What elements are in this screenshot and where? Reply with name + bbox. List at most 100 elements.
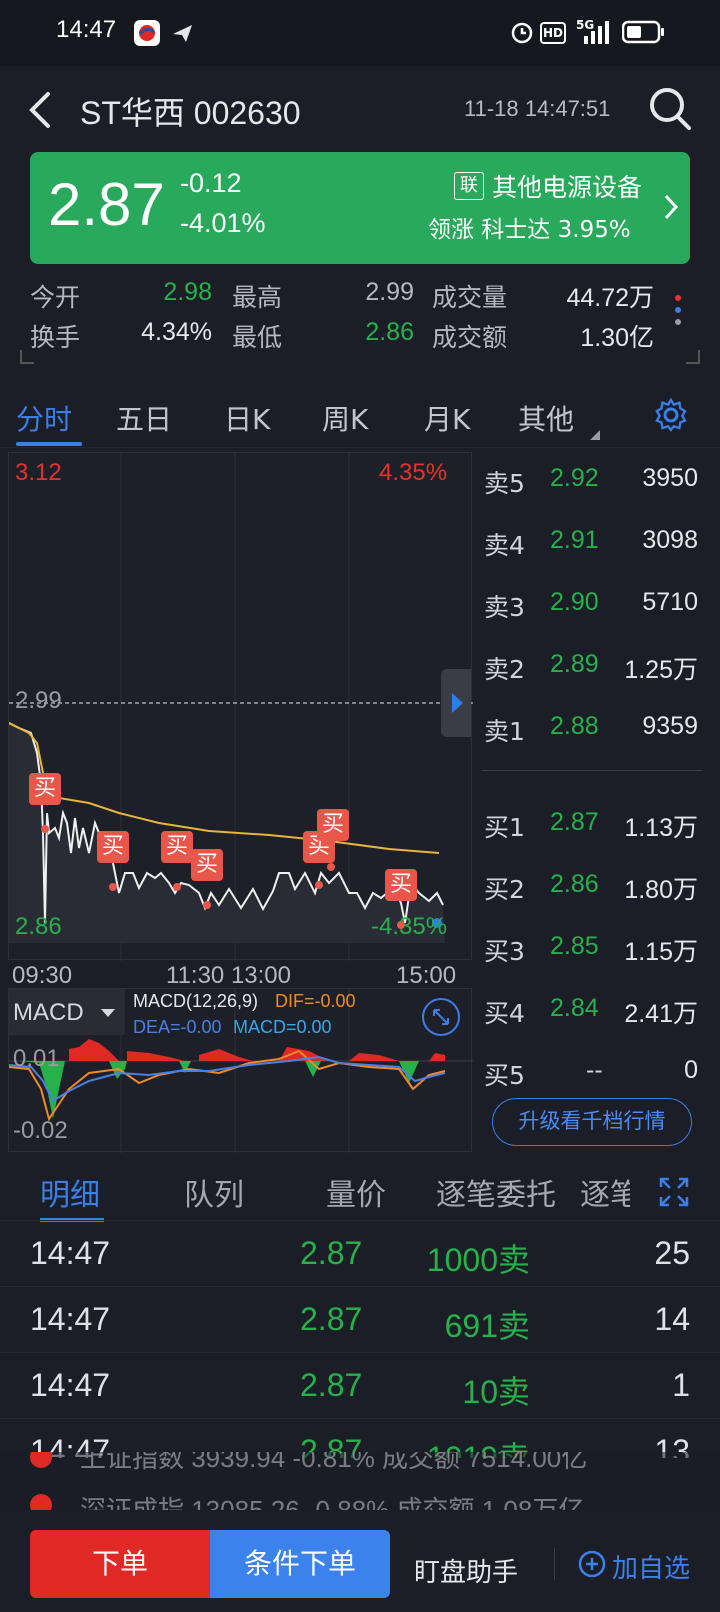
bid-row: 买3 2.85 1.15万 (478, 932, 720, 972)
ask-label: 卖5 (484, 469, 525, 498)
trade-count: 25 (654, 1235, 690, 1271)
bid-volume: 0 (684, 1056, 698, 1084)
trade-time: 14:47 (30, 1301, 111, 1337)
conditional-order-button[interactable]: 条件下单 (210, 1530, 390, 1598)
tab-detail[interactable]: 明细 (40, 1170, 100, 1214)
tab-weekly-k[interactable]: 周K (322, 398, 368, 438)
ask-label: 卖4 (484, 531, 525, 560)
macd-selector[interactable]: MACD (9, 989, 125, 1035)
ask-row: 卖5 2.92 3950 (478, 464, 720, 504)
buy-marker: 买 (317, 809, 349, 841)
ask-row: 卖2 2.89 1.25万 (478, 650, 720, 690)
macd-y-top: 0.01 (13, 1045, 60, 1072)
order-book: 卖5 2.92 3950 卖4 2.91 3098 卖3 2.90 5710 卖… (478, 452, 720, 1092)
tab-other[interactable]: 其他 (518, 398, 574, 438)
bid-row: 买5 -- 0 (478, 1056, 720, 1096)
tab-daily-k[interactable]: 日K (224, 398, 270, 438)
time-start: 09:30 (12, 962, 73, 989)
expand-orderbook-toggle[interactable] (441, 669, 471, 737)
add-watchlist-button[interactable]: 加自选 (578, 1540, 708, 1590)
turnover-label: 换手 (30, 323, 81, 352)
open-value: 2.98 (163, 278, 212, 306)
plus-circle-icon (578, 1550, 606, 1578)
bid-row: 买1 2.87 1.13万 (478, 808, 720, 848)
tab-queue[interactable]: 队列 (184, 1170, 244, 1214)
bid-row: 买2 2.86 1.80万 (478, 870, 720, 910)
bid-label: 买4 (484, 999, 525, 1028)
place-order-button[interactable]: 下单 (30, 1530, 210, 1598)
tab-five-day[interactable]: 五日 (116, 398, 172, 438)
sector-name: 其他电源设备 (492, 173, 643, 202)
trade-volume: 691卖 (444, 1308, 530, 1344)
trade-row: 14:47 2.87 691卖 14 (0, 1286, 720, 1352)
buy-marker: 买 (97, 831, 129, 863)
bid-label: 买1 (484, 813, 525, 842)
chevron-down-icon (101, 1009, 115, 1017)
order-book-divider (482, 770, 702, 771)
gear-icon[interactable] (654, 397, 688, 432)
bid-row: 买4 2.84 2.41万 (478, 994, 720, 1034)
trade-time: 14:47 (30, 1367, 111, 1403)
low-value: 2.86 (365, 318, 414, 346)
tab-volume-price[interactable]: 量价 (326, 1170, 386, 1214)
trade-count: 1 (672, 1367, 690, 1403)
ask-volume: 5710 (642, 588, 698, 616)
status-time: 14:47 (56, 16, 117, 43)
amount-label: 成交额 (432, 323, 508, 352)
y-axis-top-pct: 4.35% (379, 459, 448, 486)
trade-price: 2.87 (300, 1367, 363, 1403)
macd-dif: DIF=-0.00 (275, 991, 356, 1011)
paper-plane-icon (170, 20, 196, 46)
trade-time: 14:47 (30, 1235, 111, 1271)
hd-icon: HD (540, 22, 566, 50)
low-label: 最低 (232, 323, 283, 352)
chevron-right-icon (662, 192, 680, 222)
high-label: 最高 (232, 283, 283, 312)
tab-tick-by-tick[interactable]: 逐笔 (580, 1170, 630, 1214)
quote-timestamp: 11-18 14:47:51 (464, 96, 611, 121)
y-axis-prev-close: 2.99 (15, 687, 62, 714)
ask-volume: 3098 (642, 526, 698, 554)
bid-label: 买2 (484, 875, 525, 904)
ask-label: 卖1 (484, 717, 525, 746)
trade-row: 14:47 2.87 10卖 1 (0, 1352, 720, 1418)
bid-label: 买3 (484, 937, 525, 966)
macd-value: MACD=0.00 (233, 1017, 332, 1037)
time-axis: 09:30 11:30 13:00 15:00 (12, 962, 472, 990)
tab-monthly-k[interactable]: 月K (424, 398, 470, 438)
tab-order-by-order[interactable]: 逐笔委托 (436, 1170, 556, 1214)
bid-volume: 1.15万 (624, 938, 698, 966)
trade-row: 14:47 2.87 1000卖 25 (0, 1220, 720, 1286)
intraday-chart[interactable]: 3.12 4.35% 2.99 2.86 -4.35% 买 买 买 买 买 买 … (8, 452, 473, 961)
bid-volume: 2.41万 (624, 1000, 698, 1028)
more-dots-icon[interactable] (672, 288, 684, 338)
stock-header: ST华西 002630 11-18 14:47:51 (0, 66, 720, 150)
back-arrow-icon[interactable] (24, 88, 64, 132)
fullscreen-toggle-icon[interactable] (421, 997, 461, 1037)
add-watchlist-label: 加自选 (612, 1554, 691, 1584)
search-icon[interactable] (646, 84, 694, 134)
ask-volume: 9359 (642, 712, 698, 740)
detail-tabs: 明细 队列 量价 逐笔委托 逐笔 (0, 1160, 720, 1222)
bar-divider (554, 1548, 555, 1580)
bid-label: 买5 (484, 1061, 525, 1090)
sector-leader: 领涨 科士达 3.95% (428, 217, 631, 243)
tab-intraday[interactable]: 分时 (16, 398, 72, 438)
volume-label: 成交量 (432, 283, 508, 312)
time-end: 15:00 (396, 962, 457, 989)
watch-helper-button[interactable]: 盯盘助手 (414, 1552, 518, 1589)
macd-chart[interactable]: MACD MACD(12,26,9) DIF=-0.00 DEA=-0.00 M… (8, 988, 473, 1153)
buy-marker: 买 (385, 869, 417, 901)
ask-volume: 1.25万 (624, 656, 698, 684)
upgrade-depth-button[interactable]: 升级看千档行情 (492, 1098, 692, 1146)
battery-icon (621, 20, 666, 48)
trade-price: 2.87 (300, 1235, 363, 1271)
price-card[interactable]: 2.87 -0.12 -4.01% 联 其他电源设备 领涨 科士达 3.95% (30, 152, 690, 264)
macd-dea: DEA=-0.00 (133, 1017, 222, 1037)
y-axis-bottom-price: 2.86 (15, 913, 62, 940)
ask-label: 卖3 (484, 593, 525, 622)
macd-selector-label: MACD (13, 999, 84, 1026)
expand-icon[interactable] (658, 1176, 690, 1208)
y-axis-bottom-pct: -4.35% (371, 913, 448, 940)
alarm-icon (510, 18, 534, 46)
